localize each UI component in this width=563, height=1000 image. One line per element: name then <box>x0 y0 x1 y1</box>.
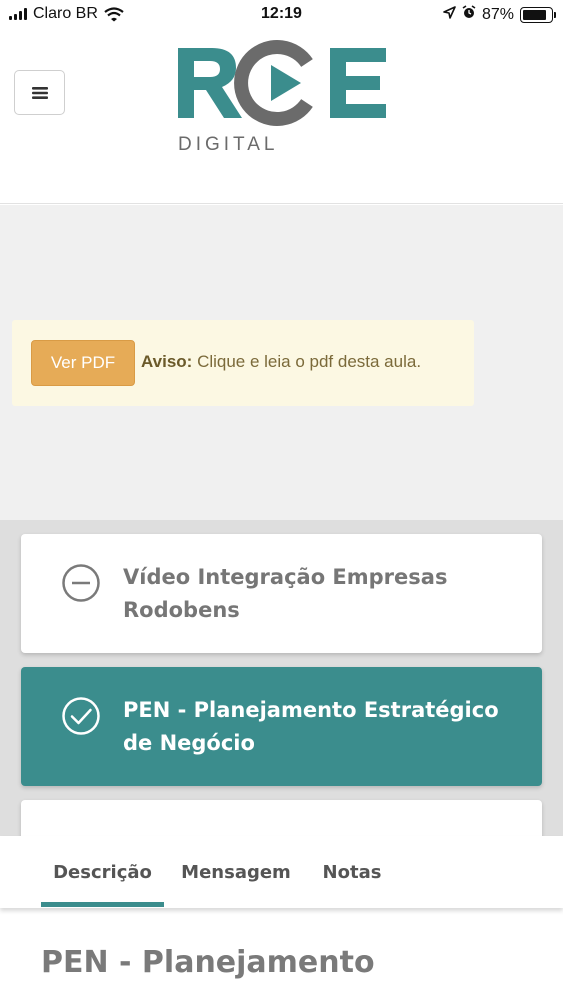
battery-fill <box>523 9 547 20</box>
lessons-list: Vídeo Integração Empresas Rodobens PEN -… <box>0 520 563 836</box>
tab-notas[interactable]: Notas <box>312 836 392 908</box>
logo-mark <box>178 40 386 126</box>
app-header: DIGITAL <box>0 30 563 204</box>
location-arrow-icon <box>443 5 456 24</box>
check-circle-icon <box>62 697 100 735</box>
alarm-icon <box>462 5 476 24</box>
notice-label: Aviso: <box>141 352 193 371</box>
notice-message: Clique e leia o pdf desta aula. <box>197 352 422 371</box>
tab-mensagem[interactable]: Mensagem <box>176 836 296 908</box>
rce-digital-logo[interactable]: DIGITAL <box>170 38 400 158</box>
lesson-title: PEN - Planejamento Estratégico de Negóci… <box>123 698 499 755</box>
menu-button[interactable] <box>14 70 65 115</box>
lesson-content-area: Ver PDF Aviso: Clique e leia o pdf desta… <box>0 205 563 520</box>
lesson-item-active[interactable]: PEN - Planejamento Estratégico de Negóci… <box>21 667 542 786</box>
battery-percent: 87% <box>481 5 514 23</box>
lesson-item[interactable] <box>21 800 542 836</box>
active-tab-indicator <box>41 902 164 907</box>
logo-subtitle: DIGITAL <box>178 134 279 155</box>
status-right: 87% <box>443 5 556 24</box>
pdf-notice: Ver PDF Aviso: Clique e leia o pdf desta… <box>12 320 474 406</box>
lesson-title: Vídeo Integração Empresas Rodobens <box>123 565 448 622</box>
notice-text: Aviso: Clique e leia o pdf desta aula. <box>141 352 421 372</box>
status-bar: Claro BR 12:19 87% <box>0 0 563 30</box>
minus-circle-icon <box>62 564 100 602</box>
battery-icon <box>520 6 556 23</box>
tab-descricao[interactable]: Descrição <box>41 836 164 908</box>
lesson-item[interactable]: Vídeo Integração Empresas Rodobens <box>21 534 542 653</box>
view-pdf-button[interactable]: Ver PDF <box>31 340 135 386</box>
tab-bar: Descrição Mensagem Notas <box>0 836 563 908</box>
page-title: PEN - Planejamento <box>41 945 375 980</box>
hamburger-icon <box>31 86 48 99</box>
